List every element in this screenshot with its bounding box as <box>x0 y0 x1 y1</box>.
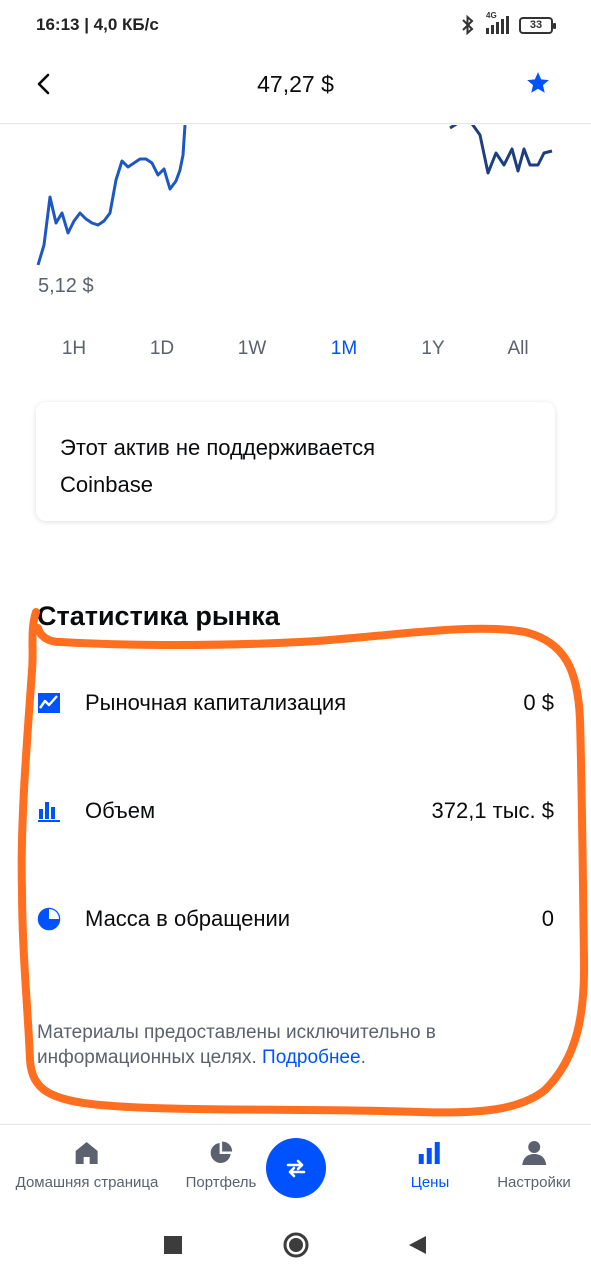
status-time-speed: 16:13 | 4,0 КБ/с <box>36 15 159 34</box>
nav-settings-label: Настройки <box>497 1174 571 1191</box>
bottom-navigation: Домашняя страница Портфель Цены Настройк… <box>0 1124 591 1210</box>
battery-level: 33 <box>529 19 543 31</box>
nav-portfolio[interactable]: Портфель <box>185 1140 257 1191</box>
status-icons: 4G 33 <box>460 11 556 36</box>
recent-apps-square-icon[interactable] <box>163 1235 183 1255</box>
stat-row-volume: Объем 372,1 тыс. $ <box>37 791 554 831</box>
battery-icon: 33 <box>519 16 556 34</box>
unsupported-asset-notice: Этот актив не поддерживается Coinbase <box>36 402 555 521</box>
circulating-supply-label: Масса в обращении <box>85 906 291 931</box>
watchlist-star-icon[interactable] <box>525 70 551 96</box>
range-all[interactable]: All <box>507 338 528 360</box>
market-cap-value: 0 $ <box>523 690 554 715</box>
chart-min-label: 5,12 $ <box>38 275 94 297</box>
back-triangle-icon[interactable] <box>406 1234 428 1256</box>
stat-row-market-cap: Рыночная капитализация 0 $ <box>37 683 554 723</box>
learn-more-link[interactable]: Подробнее <box>262 1047 361 1068</box>
nav-prices-label: Цены <box>410 1174 450 1191</box>
home-icon <box>76 1142 98 1164</box>
circulating-supply-value: 0 <box>541 906 554 931</box>
volume-bars-icon <box>38 802 60 822</box>
market-stats-title: Статистика рынка <box>37 601 280 631</box>
status-bar: 16:13 | 4,0 КБ/с 4G 33 <box>0 0 591 52</box>
market-cap-chart-icon <box>38 693 60 713</box>
nav-prices[interactable]: Цены <box>410 1140 450 1191</box>
person-icon <box>522 1141 546 1165</box>
range-1m[interactable]: 1M <box>331 338 357 360</box>
disclaimer-text: Материалы предоставлены исключительно в … <box>37 1020 547 1070</box>
network-type-label: 4G <box>486 11 497 20</box>
disclaimer-end: . <box>360 1047 366 1068</box>
asset-price-title: 47,27 $ <box>257 71 334 97</box>
bluetooth-icon <box>462 14 474 36</box>
signal-icon: 4G <box>486 11 509 34</box>
prices-bars-icon <box>418 1142 440 1164</box>
volume-label: Объем <box>85 798 156 823</box>
trade-swap-icon <box>286 1159 306 1178</box>
range-1d[interactable]: 1D <box>150 338 174 360</box>
volume-value: 372,1 тыс. $ <box>431 798 554 823</box>
price-line-left <box>36 125 187 266</box>
nav-settings[interactable]: Настройки <box>497 1140 571 1191</box>
nav-home-label: Домашняя страница <box>15 1174 159 1191</box>
circulating-supply-pie-icon <box>37 907 61 931</box>
price-line-right <box>449 125 553 175</box>
nav-home[interactable]: Домашняя страница <box>15 1140 159 1191</box>
range-1h[interactable]: 1H <box>62 338 86 360</box>
range-1w[interactable]: 1W <box>238 338 267 360</box>
stat-row-circulating-supply: Масса в обращении 0 <box>37 899 554 939</box>
time-range-selector: 1H 1D 1W 1M 1Y All <box>0 338 591 368</box>
range-1y[interactable]: 1Y <box>421 338 444 360</box>
notice-line-2: Coinbase <box>60 472 153 497</box>
app-header: 47,27 $ <box>0 52 591 124</box>
market-cap-label: Рыночная капитализация <box>85 690 347 715</box>
notice-line-1: Этот актив не поддерживается <box>60 435 376 460</box>
trade-button[interactable] <box>266 1138 326 1198</box>
home-circle-icon[interactable] <box>282 1231 310 1259</box>
android-system-nav <box>0 1210 591 1280</box>
nav-portfolio-label: Портфель <box>185 1174 257 1191</box>
disclaimer-body: Материалы предоставлены исключительно в … <box>37 1022 436 1068</box>
portfolio-pie-icon <box>211 1141 233 1163</box>
